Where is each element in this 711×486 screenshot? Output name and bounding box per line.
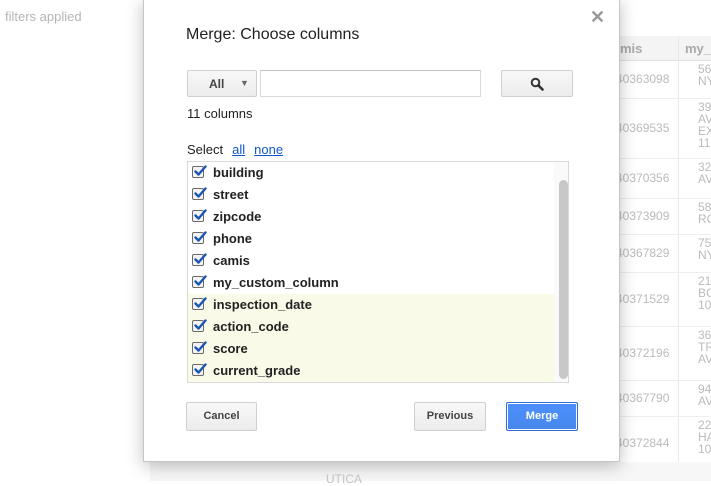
checkmark-icon: [194, 165, 207, 176]
cancel-button[interactable]: Cancel: [186, 402, 257, 431]
column-filter-select[interactable]: All ▼: [187, 70, 257, 97]
dialog-title: Merge: Choose columns: [186, 26, 360, 43]
select-none-link[interactable]: none: [254, 142, 283, 157]
checkmark-icon: [194, 319, 207, 330]
checkmark-icon: [194, 231, 207, 242]
checkmark-icon: [194, 297, 207, 308]
checkmark-icon: [194, 253, 207, 264]
select-label: Select: [187, 142, 224, 157]
column-label: my_custom_column: [213, 275, 339, 290]
column-label: zipcode: [213, 209, 262, 224]
column-label: building: [213, 165, 264, 180]
column-label: inspection_date: [213, 297, 312, 312]
column-list: building street zipcode phone camis my_custom…: [187, 161, 569, 383]
column-list-item[interactable]: my_custom_column: [188, 272, 554, 294]
column-list-item[interactable]: building: [188, 162, 554, 184]
close-icon[interactable]: ✕: [590, 7, 605, 27]
select-links: Select all none: [187, 142, 283, 157]
column-checkbox[interactable]: [192, 253, 207, 266]
column-label: phone: [213, 231, 252, 246]
column-label: camis: [213, 253, 250, 268]
column-label: score: [213, 341, 248, 356]
column-label: action_code: [213, 319, 289, 334]
column-count: 11 columns: [187, 106, 253, 121]
column-search-input[interactable]: [260, 70, 481, 97]
column-checkbox[interactable]: [192, 363, 207, 376]
column-list-item[interactable]: action_code: [188, 316, 554, 338]
column-list-item[interactable]: phone: [188, 228, 554, 250]
merge-dialog: ✕ Merge: Choose columns All ▼ 11 columns…: [143, 0, 620, 462]
column-checkbox[interactable]: [192, 341, 207, 354]
select-all-link[interactable]: all: [232, 142, 245, 157]
column-list-item[interactable]: zipcode: [188, 206, 554, 228]
column-checkbox[interactable]: [192, 319, 207, 332]
column-checkbox[interactable]: [192, 275, 207, 288]
column-label: street: [213, 187, 249, 202]
column-checkbox[interactable]: [192, 187, 207, 200]
column-checkbox[interactable]: [192, 297, 207, 310]
checkmark-icon: [194, 341, 207, 352]
search-icon: [530, 77, 544, 91]
checkmark-icon: [194, 209, 207, 220]
filter-select-value: All: [209, 77, 225, 91]
column-list-item[interactable]: street: [188, 184, 554, 206]
checkmark-icon: [194, 363, 207, 374]
column-checkbox[interactable]: [192, 209, 207, 222]
column-list-item[interactable]: current_grade: [188, 360, 554, 382]
column-checkbox[interactable]: [192, 165, 207, 178]
column-list-item[interactable]: camis: [188, 250, 554, 272]
search-button[interactable]: [501, 70, 573, 97]
column-checkbox[interactable]: [192, 231, 207, 244]
column-list-item[interactable]: score: [188, 338, 554, 360]
checkmark-icon: [194, 275, 207, 286]
checkmark-icon: [194, 187, 207, 198]
scrollbar-thumb[interactable]: [559, 180, 568, 379]
column-label: current_grade: [213, 363, 301, 378]
previous-button[interactable]: Previous: [414, 402, 486, 431]
column-list-item[interactable]: inspection_date: [188, 294, 554, 316]
chevron-down-icon: ▼: [240, 78, 249, 88]
merge-button[interactable]: Merge: [506, 402, 578, 431]
